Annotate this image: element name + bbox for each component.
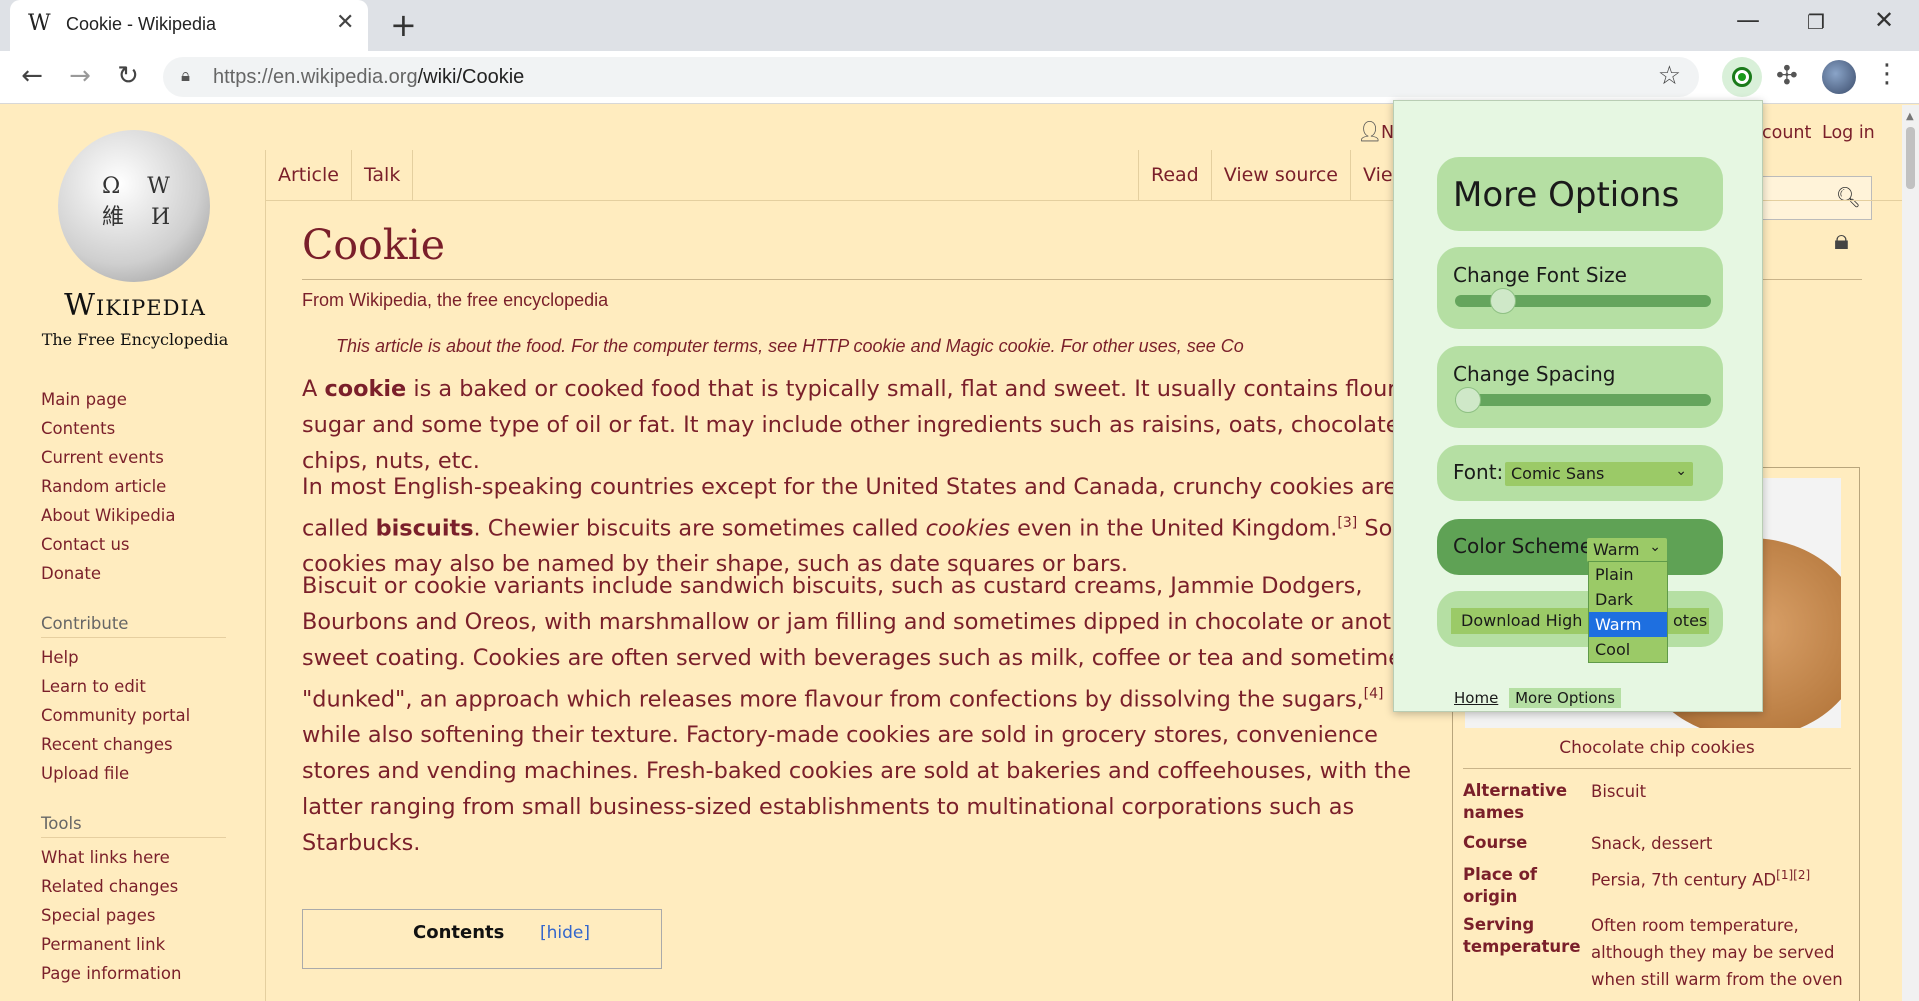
download-button[interactable]: Download High otes <box>1451 608 1709 634</box>
sidebar-item-help[interactable]: Help <box>41 643 261 672</box>
spacing-label: Change Spacing <box>1453 362 1616 386</box>
chevron-down-icon: ⌄ <box>1649 539 1661 555</box>
paragraph-3: Biscuit or cookie variants include sandw… <box>302 573 1429 857</box>
sidebar-item-contact[interactable]: Contact us <box>41 530 261 559</box>
tab-read[interactable]: Read <box>1138 150 1211 200</box>
tab-talk[interactable]: Talk <box>350 150 414 200</box>
dropdown-option-plain[interactable]: Plain <box>1589 562 1667 587</box>
browser-tab[interactable]: W Cookie - Wikipedia ✕ <box>10 0 368 51</box>
puzzle-icon[interactable]: ✣ <box>1776 61 1798 91</box>
page-tabs: Article Talk <box>265 150 414 200</box>
extension-icon[interactable] <box>1722 57 1762 97</box>
hatnote: This article is about the food. For the … <box>336 336 1244 356</box>
tab-title: Cookie - Wikipedia <box>66 14 217 34</box>
color-scheme-dropdown: Plain Dark Warm Cool <box>1588 561 1668 663</box>
font-size-slider-thumb[interactable] <box>1489 288 1516 314</box>
color-scheme-select[interactable]: Warm ⌄ <box>1587 538 1667 562</box>
sidebar-item-special-pages[interactable]: Special pages <box>41 901 261 930</box>
font-card: Font: Comic Sans ⌄ <box>1437 445 1723 501</box>
dropdown-option-dark[interactable]: Dark <box>1589 587 1667 612</box>
scrollbar-thumb[interactable] <box>1906 127 1915 189</box>
color-scheme-card: Color Scheme: Warm ⌄ <box>1437 519 1723 575</box>
page-title: Cookie <box>302 221 445 269</box>
sidebar-item-random-article[interactable]: Random article <box>41 472 261 501</box>
popup-link-home[interactable]: Home <box>1454 689 1498 707</box>
reload-icon[interactable]: ↻ <box>110 61 146 91</box>
padlock-icon[interactable]: 🔒︎ <box>1834 223 1849 257</box>
sidebar-item-page-information[interactable]: Page information <box>41 959 261 988</box>
sidebar-item-contents[interactable]: Contents <box>41 414 261 443</box>
chevron-down-icon: ⌄ <box>1675 463 1687 479</box>
sidebar-item-about[interactable]: About Wikipedia <box>41 501 261 530</box>
scroll-up-icon[interactable]: ▲ <box>1906 111 1914 122</box>
sidebar-item-upload-file[interactable]: Upload file <box>41 759 261 788</box>
citation-link[interactable]: [4] <box>1364 686 1384 702</box>
page-scrollbar[interactable]: ▲ <box>1902 105 1919 1001</box>
citation-link[interactable]: [3] <box>1337 515 1357 531</box>
back-icon[interactable]: ← <box>14 61 50 91</box>
wikipedia-favicon-icon: W <box>28 11 51 36</box>
paragraph-1: A cookie is a baked or cooked food that … <box>302 376 1404 474</box>
popup-link-more-options[interactable]: More Options <box>1509 688 1621 708</box>
sidebar-item-recent-changes[interactable]: Recent changes <box>41 730 261 759</box>
bookmark-star-icon[interactable]: ☆ <box>1658 61 1681 91</box>
tab-view-source[interactable]: View source <box>1210 150 1350 200</box>
close-tab-icon[interactable]: ✕ <box>336 10 354 35</box>
dropdown-option-cool[interactable]: Cool <box>1589 637 1667 662</box>
citation-link[interactable]: [1][2] <box>1776 868 1810 882</box>
browser-toolbar: ← → ↻ 🔒︎ https://en.wikipedia.org/wiki/C… <box>0 51 1919 104</box>
wikipedia-globe-icon: Ω W 維 И <box>58 130 210 282</box>
user-icon: 👤︎ <box>1357 119 1383 143</box>
popup-title-card: More Options <box>1437 157 1723 231</box>
sidebar-item-permanent-link[interactable]: Permanent link <box>41 930 261 959</box>
wikipedia-wordmark: Wikipedia <box>64 288 206 323</box>
download-card: Download High otes <box>1437 591 1723 647</box>
minimize-icon[interactable]: — <box>1728 6 1768 34</box>
font-label: Font: <box>1453 460 1504 484</box>
sidebar-item-main-page[interactable]: Main page <box>41 385 261 414</box>
restore-icon[interactable]: ❐ <box>1796 10 1836 34</box>
infobox-caption: Chocolate chip cookies <box>1559 738 1755 758</box>
create-account-link[interactable]: count <box>1762 123 1811 143</box>
extension-popup: More Options Change Font Size Change Spa… <box>1393 100 1763 712</box>
avatar[interactable] <box>1822 60 1856 94</box>
sidebar-item-current-events[interactable]: Current events <box>41 443 261 472</box>
tagline-from: From Wikipedia, the free encyclopedia <box>302 290 609 310</box>
sidebar-item-community-portal[interactable]: Community portal <box>41 701 261 730</box>
forward-icon[interactable]: → <box>62 61 98 91</box>
window-close-icon[interactable]: ✕ <box>1864 6 1904 34</box>
address-bar[interactable]: 🔒︎ https://en.wikipedia.org/wiki/Cookie … <box>163 57 1699 97</box>
paragraph-2: In most English-speaking countries excep… <box>302 474 1428 578</box>
browser-tab-bar: W Cookie - Wikipedia ✕ + — ❐ ✕ <box>0 0 1919 51</box>
sidebar-heading-tools: Tools <box>41 814 226 838</box>
wikipedia-tagline: The Free Encyclopedia <box>41 330 229 349</box>
tab-article[interactable]: Article <box>265 150 351 200</box>
url-text: https://en.wikipedia.org/wiki/Cookie <box>213 66 525 88</box>
login-link[interactable]: Log in <box>1822 123 1875 143</box>
wikipedia-logo[interactable]: Ω W 維 И Wikipedia The Free Encyclopedia <box>40 130 228 360</box>
sidebar-heading-contribute: Contribute <box>41 614 226 638</box>
table-of-contents: Contents [hide] <box>302 909 662 969</box>
sidebar-item-learn-to-edit[interactable]: Learn to edit <box>41 672 261 701</box>
menu-icon[interactable]: ⋮ <box>1874 59 1900 89</box>
sidebar: Main page Contents Current events Random… <box>41 385 261 988</box>
toc-hide-link[interactable]: [hide] <box>540 923 590 943</box>
spacing-slider-thumb[interactable] <box>1455 387 1481 413</box>
font-size-label: Change Font Size <box>1453 263 1627 287</box>
popup-nav: Home More Options <box>1454 688 1621 708</box>
toc-title: Contents <box>413 922 505 943</box>
font-size-card: Change Font Size <box>1437 247 1723 329</box>
new-tab-icon[interactable]: + <box>390 6 417 44</box>
view-tabs: Read View source View <box>1138 150 1420 200</box>
spacing-card: Change Spacing <box>1437 346 1723 428</box>
popup-title: More Options <box>1453 175 1680 215</box>
lock-icon[interactable]: 🔒︎ <box>181 66 190 86</box>
color-scheme-label: Color Scheme: <box>1453 534 1599 558</box>
sidebar-item-related-changes[interactable]: Related changes <box>41 872 261 901</box>
spacing-slider[interactable] <box>1455 394 1711 406</box>
sidebar-item-what-links-here[interactable]: What links here <box>41 843 261 872</box>
sidebar-item-donate[interactable]: Donate <box>41 559 261 588</box>
dropdown-option-warm[interactable]: Warm <box>1589 612 1667 637</box>
font-select[interactable]: Comic Sans ⌄ <box>1505 462 1693 486</box>
